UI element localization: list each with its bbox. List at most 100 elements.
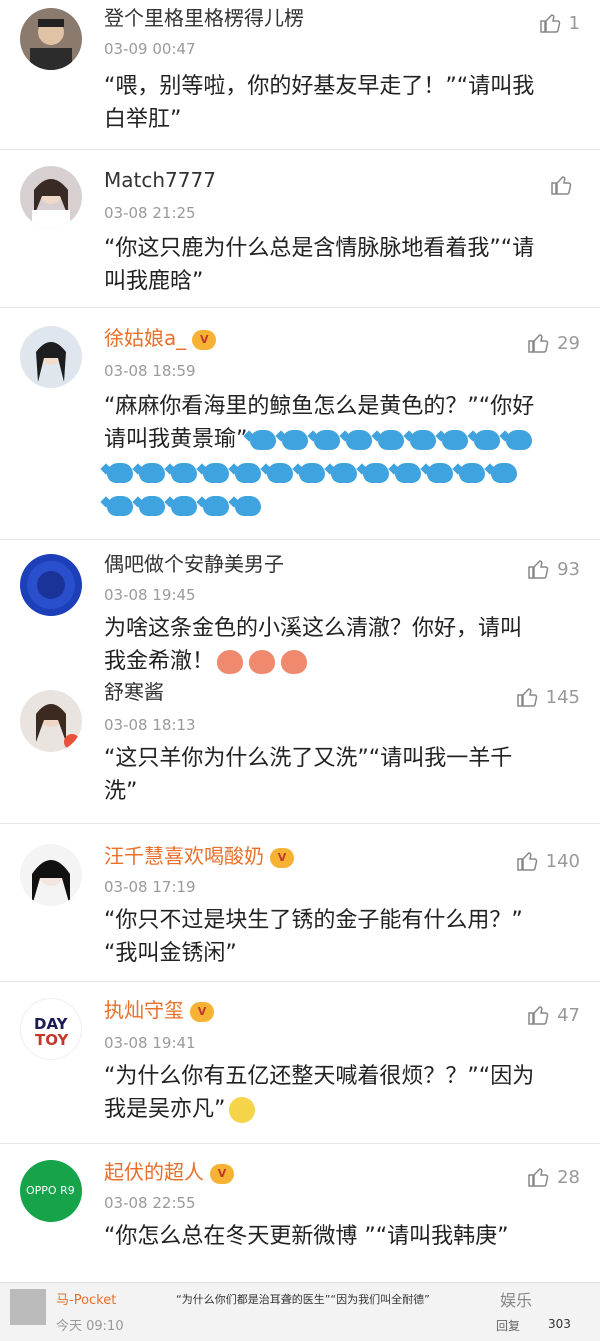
thumbs-up-icon bbox=[528, 1168, 549, 1187]
like-count[interactable]: 303 bbox=[548, 1317, 571, 1331]
timestamp: 03-08 17:19 bbox=[104, 878, 196, 896]
comment-line: 叫我鹿晗” bbox=[104, 269, 204, 294]
timestamp: 03-08 19:41 bbox=[104, 1034, 196, 1052]
whale-emoji-icon bbox=[250, 430, 277, 450]
comment-feed: 登个里格里格楞得儿楞 03-09 00:47 1 “喂，别等啦，你的好基友早走了… bbox=[0, 0, 600, 1272]
comment-line: “你这只鹿为什么总是含情脉脉地看着我”“请 bbox=[104, 236, 535, 261]
username[interactable]: 登个里格里格楞得儿楞 bbox=[104, 6, 304, 30]
shell-emoji-icon bbox=[281, 650, 308, 674]
timestamp: 03-08 19:45 bbox=[104, 586, 196, 604]
timestamp: 03-08 21:25 bbox=[104, 204, 196, 222]
username[interactable]: 汪千慧喜欢喝酸奶 V bbox=[104, 844, 294, 868]
avatar[interactable]: DAY TOY bbox=[20, 998, 82, 1060]
watermark-text: 娱乐 bbox=[500, 1291, 533, 1310]
bottom-comment-preview[interactable]: 马-Pocket “为什么你们都是治耳聋的医生”“因为我们叫全耐德” 今天 09… bbox=[0, 1282, 600, 1341]
timestamp: 03-08 22:55 bbox=[104, 1194, 196, 1212]
comment-line-text: 我金希澈！ bbox=[104, 649, 215, 674]
like-button[interactable]: 93 bbox=[527, 556, 580, 582]
comment-line: “你只不过是块生了锈的金子能有什么用？” bbox=[104, 908, 523, 933]
like-button[interactable]: 1 bbox=[539, 10, 580, 36]
whale-emoji-icon bbox=[427, 463, 453, 483]
timestamp: 今天 09:10 bbox=[56, 1319, 124, 1334]
avatar[interactable] bbox=[20, 8, 82, 70]
whale-emoji-icon bbox=[395, 463, 421, 483]
whale-emoji-icon bbox=[107, 463, 133, 483]
avatar[interactable] bbox=[10, 1289, 46, 1325]
comment-text: “你只不过是块生了锈的金子能有什么用？” “我叫金锈闲” bbox=[104, 904, 574, 970]
comment-line: 我是吴亦凡” bbox=[104, 1093, 574, 1126]
avatar[interactable] bbox=[20, 690, 82, 752]
comment-item: 汪千慧喜欢喝酸奶 V 03-08 17:19 140 “你只不过是块生了锈的金子能… bbox=[0, 824, 600, 982]
avatar[interactable] bbox=[20, 326, 82, 388]
like-button[interactable]: 47 bbox=[527, 1002, 580, 1028]
avatar-logo-text: OPPO R9 bbox=[26, 1184, 75, 1197]
like-button[interactable]: 29 bbox=[527, 330, 580, 356]
comment-text: “这只羊你为什么洗了又洗”“请叫我一羊千 洗” bbox=[104, 742, 574, 808]
like-button[interactable]: 145 bbox=[516, 684, 580, 710]
username[interactable]: 徐姑娘a_ V bbox=[104, 326, 217, 350]
vip-badge-icon: V bbox=[190, 1001, 214, 1022]
comment-line: “这只羊你为什么洗了又洗”“请叫我一羊千 bbox=[104, 746, 513, 771]
whale-emoji-icon bbox=[442, 430, 469, 450]
vip-badge-icon: V bbox=[270, 847, 294, 868]
comment-line bbox=[104, 456, 574, 489]
comment-line: 请叫我黄景瑜” bbox=[104, 423, 574, 456]
avatar[interactable] bbox=[20, 166, 82, 228]
whale-emoji-icon bbox=[107, 496, 133, 516]
thumbs-up-icon bbox=[516, 852, 537, 871]
comment-item: OPPO R9 起伏的超人 V 03-08 22:55 28 “你怎么总在冬天更新… bbox=[0, 1144, 600, 1272]
comment-text: “你怎么总在冬天更新微博 ”“请叫我韩庚” bbox=[104, 1220, 574, 1253]
whale-emoji-icon bbox=[459, 463, 485, 483]
avatar[interactable]: OPPO R9 bbox=[20, 1160, 82, 1222]
whale-emoji-icon bbox=[331, 463, 357, 483]
avatar-logo-text: TOY bbox=[35, 1031, 69, 1049]
thumbs-up-icon bbox=[551, 176, 572, 195]
like-button[interactable]: 140 bbox=[516, 848, 580, 874]
whale-emoji-icon bbox=[235, 496, 261, 516]
smiley-emoji-icon bbox=[229, 1097, 256, 1123]
comment-text: 为啥这条金色的小溪这么清澈？你好，请叫 我金希澈！ bbox=[104, 612, 574, 678]
comment-line-text: “麻麻你看海里的鲸鱼怎么是黄色的？”“你好 bbox=[104, 394, 535, 419]
thumbs-up-icon bbox=[516, 688, 537, 707]
avatar[interactable] bbox=[20, 554, 82, 616]
username[interactable]: 舒寒酱 bbox=[104, 680, 164, 704]
comment-text: “为什么你有五亿还整天喊着很烦？？”“因为 我是吴亦凡” bbox=[104, 1060, 574, 1126]
comment-line-text: 我是吴亦凡” bbox=[104, 1097, 226, 1122]
comment-text: “你这只鹿为什么总是含情脉脉地看着我”“请 叫我鹿晗” bbox=[104, 232, 574, 298]
comment-item: 舒寒酱 03-08 18:13 145 “这只羊你为什么洗了又洗”“请叫我一羊千… bbox=[0, 680, 600, 824]
username[interactable]: 执灿守玺 V bbox=[104, 998, 214, 1022]
whale-emoji-icon bbox=[139, 496, 165, 516]
username-text: 徐姑娘a_ bbox=[104, 326, 187, 350]
username[interactable]: Match7777 bbox=[104, 168, 216, 192]
whale-emoji-icon bbox=[171, 496, 197, 516]
thumbs-up-icon bbox=[539, 14, 560, 33]
username[interactable]: 马-Pocket bbox=[56, 1289, 116, 1308]
whale-emoji-icon bbox=[474, 430, 501, 450]
comment-line: “喂，别等啦，你的好基友早走了！”“请叫我 bbox=[104, 74, 535, 99]
username[interactable]: 起伏的超人 V bbox=[104, 1160, 234, 1184]
whale-emoji-icon bbox=[267, 463, 293, 483]
avatar[interactable] bbox=[20, 844, 82, 906]
like-button[interactable]: 28 bbox=[527, 1164, 580, 1190]
comment-item: 偶吧做个安静美男子 03-08 19:45 93 为啥这条金色的小溪这么清澈？你… bbox=[0, 540, 600, 680]
username[interactable]: 偶吧做个安静美男子 bbox=[104, 552, 284, 576]
comment-item: 登个里格里格楞得儿楞 03-09 00:47 1 “喂，别等啦，你的好基友早走了… bbox=[0, 0, 600, 150]
thumbs-up-icon bbox=[528, 560, 549, 579]
like-button[interactable] bbox=[550, 172, 580, 198]
whale-emoji-icon bbox=[282, 430, 309, 450]
whale-emoji-icon bbox=[171, 463, 197, 483]
thumbs-up-icon bbox=[528, 334, 549, 353]
comment-item: Match7777 03-08 21:25 “你这只鹿为什么总是含情脉脉地看着我… bbox=[0, 150, 600, 308]
comment-text: “麻麻你看海里的鲸鱼怎么是黄色的？”“你好 请叫我黄景瑜” bbox=[104, 390, 574, 522]
whale-emoji-icon bbox=[314, 430, 341, 450]
whale-emoji-icon bbox=[491, 463, 517, 483]
like-count: 28 bbox=[557, 1166, 580, 1188]
shell-emoji-icon bbox=[249, 650, 276, 674]
timestamp: 03-08 18:13 bbox=[104, 716, 196, 734]
shell-emoji-icon bbox=[217, 650, 244, 674]
reply-button[interactable]: 回复 bbox=[496, 1317, 520, 1334]
like-count: 1 bbox=[568, 12, 580, 34]
like-count: 29 bbox=[557, 332, 580, 354]
comment-item: 徐姑娘a_ V 03-08 18:59 29 “麻麻你看海里的鲸鱼怎么是黄色的？”… bbox=[0, 308, 600, 540]
comment-line: “麻麻你看海里的鲸鱼怎么是黄色的？”“你好 bbox=[104, 390, 574, 423]
